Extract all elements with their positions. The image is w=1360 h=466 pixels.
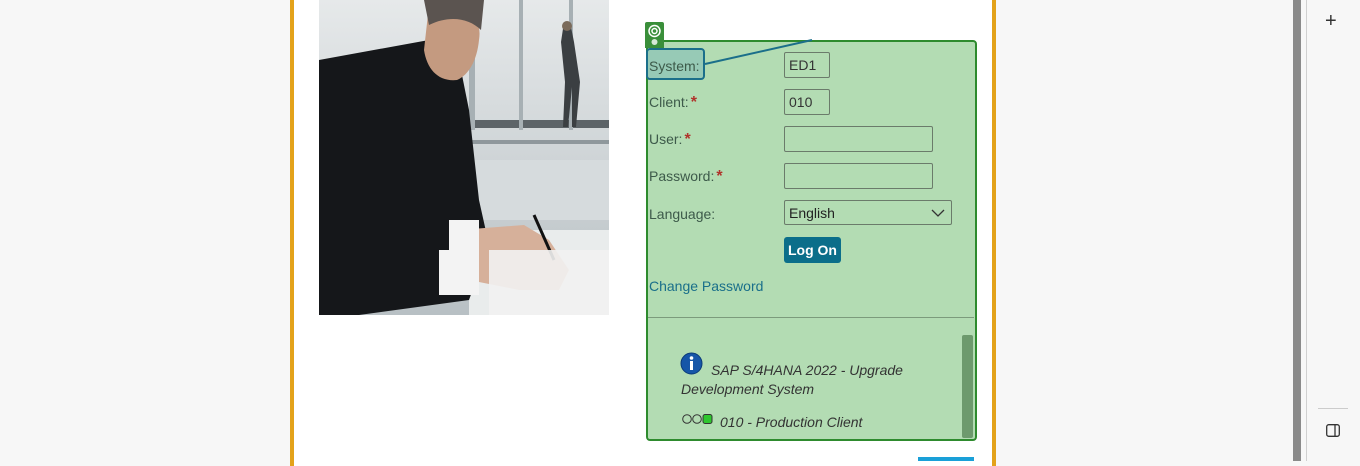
language-label: Language: [649,206,716,222]
plus-icon[interactable]: + [1325,10,1341,32]
logon-button[interactable]: Log On [784,237,841,263]
system-field[interactable]: ED1 [784,52,830,78]
change-password-link[interactable]: Change Password [649,278,763,294]
user-field[interactable] [784,126,933,152]
target-icon[interactable] [645,22,664,48]
message-scrollbar[interactable] [962,335,973,438]
required-marker: * [716,168,723,185]
client-label: Client: * [649,94,697,111]
right-sidebar [1306,0,1360,461]
language-value: English [789,205,835,221]
language-select[interactable]: English [784,200,952,225]
required-marker: * [690,94,697,111]
sidebar-divider [1318,408,1348,409]
panel-divider [648,317,974,318]
password-label: Password: * [649,168,723,185]
user-label: User: * [649,131,691,148]
side-panel-icon[interactable] [1326,424,1340,437]
password-field[interactable] [784,163,933,189]
hero-photo [319,0,609,315]
traffic-light-icon [682,414,713,424]
system-info-message: SAP S/4HANA 2022 - Upgrade Development S… [681,362,903,397]
required-marker: * [684,131,691,148]
client-info-message: 010 - Production Client [720,414,863,430]
bottom-accent-bar [918,457,974,461]
client-field[interactable]: 010 [784,89,830,115]
chevron-down-icon [931,209,945,217]
system-label: System: [649,58,700,74]
window-scrollbar[interactable] [1293,0,1301,461]
